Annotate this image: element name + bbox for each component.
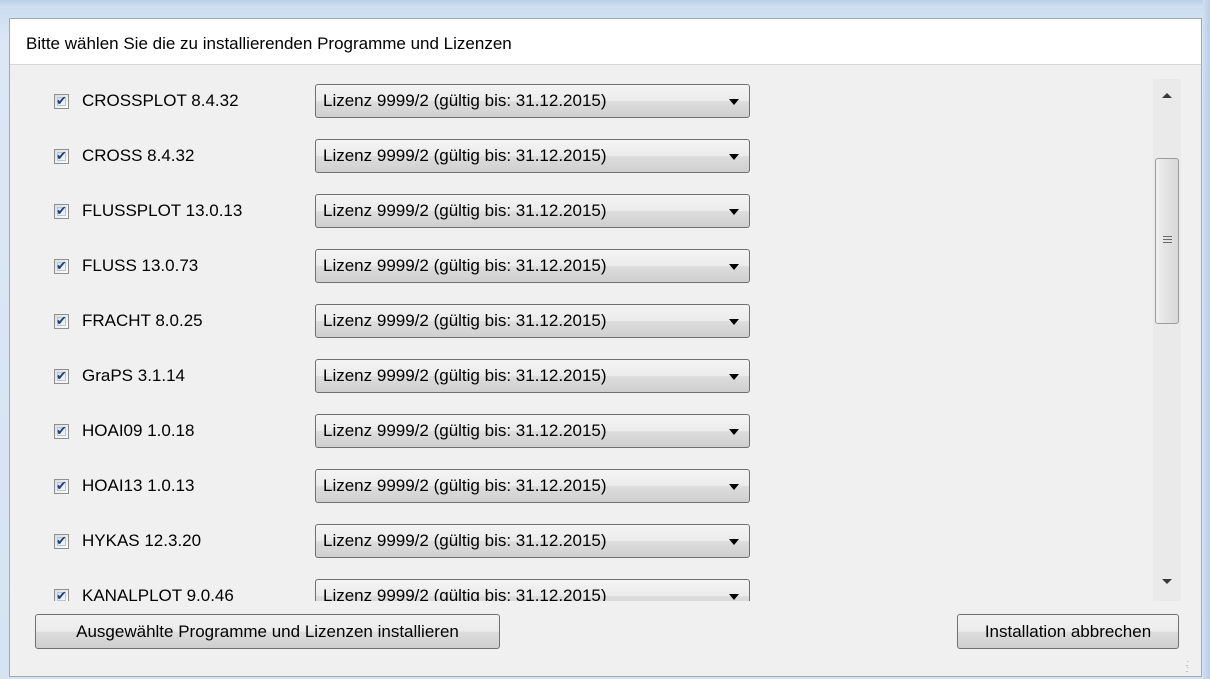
license-dropdown[interactable]: Lizenz 9999/2 (gültig bis: 31.12.2015)	[315, 469, 750, 503]
checkmark-icon: ✔	[56, 533, 67, 548]
checkmark-icon: ✔	[56, 313, 67, 328]
program-row: ✔ HOAI13 1.0.13 Lizenz 9999/2 (gültig bis:…	[10, 469, 1150, 509]
scroll-thumb[interactable]	[1155, 158, 1179, 324]
chevron-down-icon	[729, 319, 739, 325]
page-title: Bitte wählen Sie die zu installierenden …	[26, 34, 512, 53]
license-dropdown[interactable]: Lizenz 9999/2 (gültig bis: 31.12.2015)	[315, 304, 750, 338]
window-frame: Bitte wählen Sie die zu installierenden …	[0, 0, 1210, 679]
program-checkbox[interactable]: ✔	[54, 148, 69, 164]
checkmark-icon: ✔	[56, 258, 67, 273]
license-dropdown[interactable]: Lizenz 9999/2 (gültig bis: 31.12.2015)	[315, 139, 750, 173]
program-checkbox[interactable]: ✔	[54, 93, 69, 109]
program-row: ✔ FLUSSPLOT 13.0.13 Lizenz 9999/2 (gültig …	[10, 194, 1150, 234]
program-list: ✔ CROSSPLOT 8.4.32 Lizenz 9999/2 (gültig b…	[10, 79, 1150, 601]
checkmark-icon: ✔	[56, 588, 67, 601]
license-dropdown-value: Lizenz 9999/2 (gültig bis: 31.12.2015)	[323, 146, 607, 165]
license-dropdown[interactable]: Lizenz 9999/2 (gültig bis: 31.12.2015)	[315, 524, 750, 558]
license-dropdown-value: Lizenz 9999/2 (gültig bis: 31.12.2015)	[323, 476, 607, 495]
checkmark-icon: ✔	[56, 148, 67, 163]
program-label: HYKAS 12.3.20	[82, 531, 202, 550]
license-dropdown-value: Lizenz 9999/2 (gültig bis: 31.12.2015)	[323, 366, 607, 385]
chevron-down-icon	[729, 484, 739, 490]
license-dropdown-value: Lizenz 9999/2 (gültig bis: 31.12.2015)	[323, 91, 607, 110]
vertical-scrollbar[interactable]	[1153, 79, 1181, 601]
scroll-up-button[interactable]	[1153, 79, 1181, 109]
program-checkbox[interactable]: ✔	[54, 423, 69, 439]
chevron-down-icon	[729, 539, 739, 545]
chevron-down-icon	[729, 154, 739, 160]
program-checkbox[interactable]: ✔	[54, 313, 69, 329]
chevron-down-icon	[729, 429, 739, 435]
program-checkbox[interactable]: ✔	[54, 588, 69, 601]
program-checkbox[interactable]: ✔	[54, 203, 69, 219]
checkmark-icon: ✔	[56, 478, 67, 493]
install-dialog: Bitte wählen Sie die zu installierenden …	[9, 18, 1202, 677]
scroll-down-arrow-icon	[1162, 579, 1172, 584]
program-row: ✔ CROSSPLOT 8.4.32 Lizenz 9999/2 (gültig b…	[10, 84, 1150, 124]
chevron-down-icon	[729, 99, 739, 105]
checkmark-icon: ✔	[56, 203, 67, 218]
chevron-down-icon	[729, 264, 739, 270]
chevron-down-icon	[729, 209, 739, 215]
program-checkbox[interactable]: ✔	[54, 368, 69, 384]
license-dropdown-value: Lizenz 9999/2 (gültig bis: 31.12.2015)	[323, 311, 607, 330]
grip-icon	[1163, 236, 1172, 245]
program-label: FLUSS 13.0.73	[82, 256, 199, 275]
program-label: FLUSSPLOT 13.0.13	[82, 201, 243, 220]
resize-grip-icon[interactable]: .:.:	[1185, 659, 1197, 674]
license-dropdown-value: Lizenz 9999/2 (gültig bis: 31.12.2015)	[323, 586, 607, 601]
program-row: ✔ HYKAS 12.3.20 Lizenz 9999/2 (gültig bis:…	[10, 524, 1150, 564]
scroll-up-arrow-icon	[1162, 93, 1172, 98]
checkmark-icon: ✔	[56, 93, 67, 108]
license-dropdown[interactable]: Lizenz 9999/2 (gültig bis: 31.12.2015)	[315, 84, 750, 118]
license-dropdown-value: Lizenz 9999/2 (gültig bis: 31.12.2015)	[323, 256, 607, 275]
program-row: ✔ CROSS 8.4.32 Lizenz 9999/2 (gültig bis: …	[10, 139, 1150, 179]
cancel-button[interactable]: Installation abbrechen	[957, 614, 1179, 649]
program-label: GraPS 3.1.14	[82, 366, 186, 385]
program-row: ✔ FRACHT 8.0.25 Lizenz 9999/2 (gültig bis:…	[10, 304, 1150, 344]
license-dropdown[interactable]: Lizenz 9999/2 (gültig bis: 31.12.2015)	[315, 249, 750, 283]
scroll-down-button[interactable]	[1153, 571, 1181, 601]
license-dropdown-value: Lizenz 9999/2 (gültig bis: 31.12.2015)	[323, 421, 607, 440]
program-label: CROSS 8.4.32	[82, 146, 195, 165]
program-checkbox[interactable]: ✔	[54, 533, 69, 549]
install-button[interactable]: Ausgewählte Programme und Lizenzen insta…	[35, 614, 500, 649]
program-checkbox[interactable]: ✔	[54, 478, 69, 494]
license-dropdown-value: Lizenz 9999/2 (gültig bis: 31.12.2015)	[323, 201, 607, 220]
license-dropdown[interactable]: Lizenz 9999/2 (gültig bis: 31.12.2015)	[315, 194, 750, 228]
license-dropdown[interactable]: Lizenz 9999/2 (gültig bis: 31.12.2015)	[315, 579, 750, 601]
program-label: KANALPLOT 9.0.46	[82, 586, 234, 601]
program-row: ✔ KANALPLOT 9.0.46 Lizenz 9999/2 (gültig b…	[10, 579, 1150, 601]
program-row: ✔ FLUSS 13.0.73 Lizenz 9999/2 (gültig bis:…	[10, 249, 1150, 289]
program-label: HOAI13 1.0.13	[82, 476, 195, 495]
program-label: HOAI09 1.0.18	[82, 421, 195, 440]
program-row: ✔ HOAI09 1.0.18 Lizenz 9999/2 (gültig bis:…	[10, 414, 1150, 454]
checkmark-icon: ✔	[56, 368, 67, 383]
chevron-down-icon	[729, 374, 739, 380]
license-dropdown[interactable]: Lizenz 9999/2 (gültig bis: 31.12.2015)	[315, 414, 750, 448]
checkmark-icon: ✔	[56, 423, 67, 438]
chevron-down-icon	[729, 594, 739, 600]
license-dropdown-value: Lizenz 9999/2 (gültig bis: 31.12.2015)	[323, 531, 607, 550]
program-label: CROSSPLOT 8.4.32	[82, 91, 239, 110]
program-label: FRACHT 8.0.25	[82, 311, 203, 330]
program-row: ✔ GraPS 3.1.14 Lizenz 9999/2 (gültig bis: …	[10, 359, 1150, 399]
license-dropdown[interactable]: Lizenz 9999/2 (gültig bis: 31.12.2015)	[315, 359, 750, 393]
header-strip: Bitte wählen Sie die zu installierenden …	[10, 19, 1201, 65]
program-checkbox[interactable]: ✔	[54, 258, 69, 274]
